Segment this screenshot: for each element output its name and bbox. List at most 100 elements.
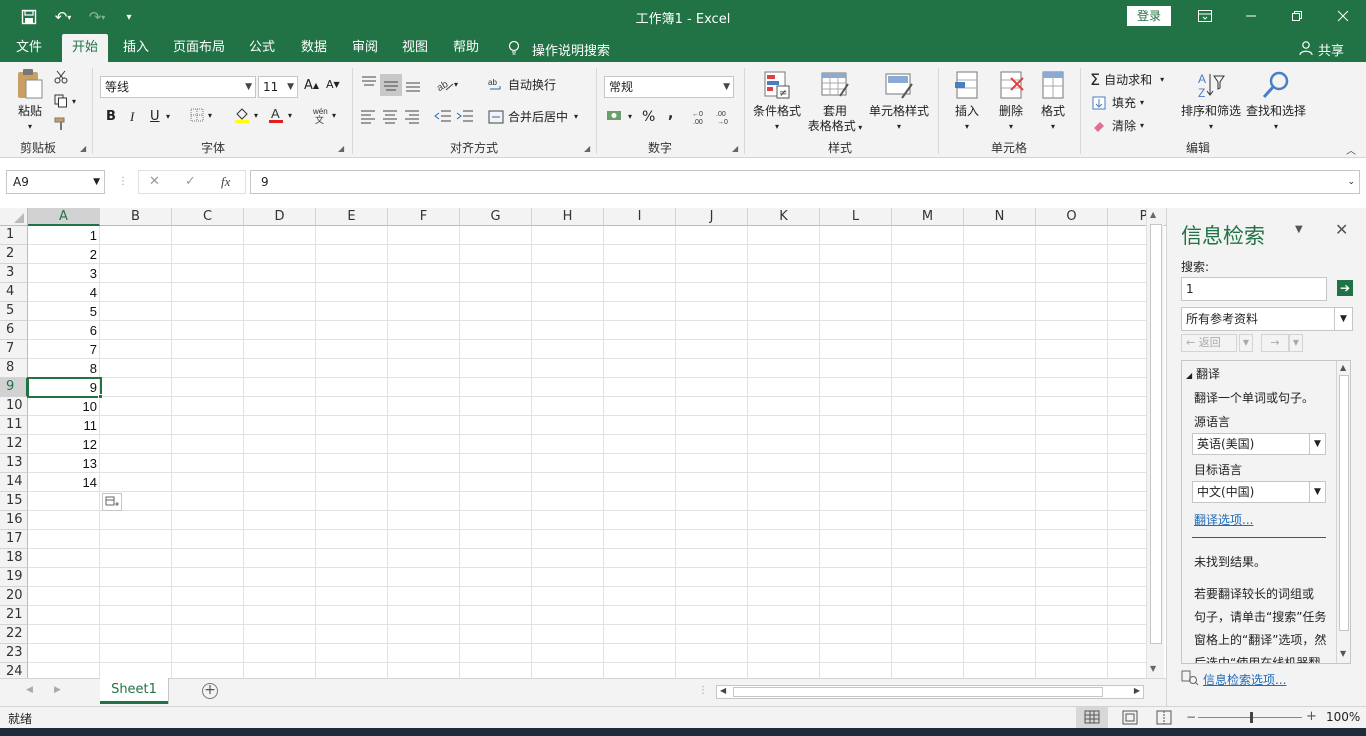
column-header[interactable]: N	[964, 208, 1036, 226]
scroll-down-icon[interactable]: ▼	[1150, 664, 1156, 673]
row-header[interactable]: 15	[0, 492, 28, 511]
font-launcher-icon[interactable]: ◢	[338, 144, 344, 153]
decrease-indent-icon[interactable]	[434, 108, 452, 124]
align-center-icon[interactable]	[382, 108, 398, 124]
tab-formulas[interactable]: 公式	[242, 34, 282, 62]
format-painter-icon[interactable]	[54, 117, 68, 131]
undo-icon[interactable]: ↶ ▾	[50, 7, 76, 27]
font-name-combo[interactable]: 等线 ▼	[100, 76, 256, 98]
merge-center-button[interactable]: 合并后居中 ▾	[488, 108, 578, 125]
search-input[interactable]: 1	[1181, 277, 1327, 301]
align-top-icon[interactable]	[360, 74, 378, 92]
row-header[interactable]: 8	[0, 359, 28, 378]
bold-button[interactable]: B	[106, 109, 116, 124]
row-header[interactable]: 23	[0, 644, 28, 663]
column-header[interactable]: J	[676, 208, 748, 226]
increase-indent-icon[interactable]	[456, 108, 474, 124]
share-button[interactable]: 共享	[1318, 40, 1344, 59]
row-header[interactable]: 7	[0, 340, 28, 359]
login-button[interactable]: 登录	[1127, 6, 1171, 26]
back-button[interactable]: ← 返回	[1181, 334, 1237, 352]
cell-styles-button[interactable]: 单元格样式 ▾	[866, 70, 932, 134]
cell[interactable]: 13	[28, 454, 100, 473]
delete-cells-button[interactable]: 删除 ▾	[988, 70, 1034, 134]
close-icon[interactable]	[1320, 0, 1366, 32]
number-format-combo[interactable]: 常规 ▼	[604, 76, 734, 98]
cell[interactable]: 6	[28, 321, 100, 340]
tab-insert[interactable]: 插入	[116, 34, 156, 62]
tab-home[interactable]: 开始	[62, 34, 108, 62]
row-header[interactable]: 20	[0, 587, 28, 606]
clipboard-launcher-icon[interactable]: ◢	[80, 144, 86, 153]
normal-view-icon[interactable]	[1076, 707, 1108, 728]
row-header[interactable]: 18	[0, 549, 28, 568]
align-right-icon[interactable]	[404, 108, 420, 124]
fill-handle[interactable]	[98, 394, 103, 399]
row-header[interactable]: 1	[0, 226, 28, 245]
name-box[interactable]: A9 ▼	[6, 170, 105, 194]
cell[interactable]: 4	[28, 283, 100, 302]
row-header[interactable]: 22	[0, 625, 28, 644]
row-header[interactable]: 10	[0, 397, 28, 416]
restore-icon[interactable]	[1274, 0, 1320, 32]
scroll-up-icon[interactable]: ▲	[1340, 363, 1346, 372]
scroll-down-icon[interactable]: ▼	[1340, 649, 1346, 658]
research-options-link[interactable]: 信息检索选项...	[1203, 671, 1286, 688]
insert-function-button[interactable]: fx	[221, 174, 230, 190]
auto-fill-options-icon[interactable]	[102, 493, 122, 511]
autosum-button[interactable]: Σ 自动求和 ▾	[1090, 70, 1164, 89]
column-header[interactable]: O	[1036, 208, 1108, 226]
page-break-view-icon[interactable]	[1150, 707, 1178, 728]
column-header[interactable]: D	[244, 208, 316, 226]
cancel-icon[interactable]: ✕	[149, 174, 160, 189]
row-header[interactable]: 16	[0, 511, 28, 530]
font-size-combo[interactable]: 11 ▼	[258, 76, 298, 98]
font-color-icon[interactable]: A ▾	[268, 106, 292, 124]
sheet-tab-sheet1[interactable]: Sheet1	[100, 678, 168, 704]
scroll-left-icon[interactable]: ◀	[720, 686, 726, 695]
scroll-up-icon[interactable]: ▲	[1150, 210, 1156, 219]
add-sheet-icon[interactable]: +	[202, 683, 218, 699]
insert-cells-button[interactable]: 插入 ▾	[944, 70, 990, 134]
column-header[interactable]: I	[604, 208, 676, 226]
formula-input[interactable]: 9 ⌄	[250, 170, 1360, 194]
number-launcher-icon[interactable]: ◢	[732, 144, 738, 153]
row-header[interactable]: 5	[0, 302, 28, 321]
forward-icon[interactable]: →	[1261, 334, 1289, 352]
ribbon-display-icon[interactable]	[1182, 0, 1228, 32]
cell[interactable]: 11	[28, 416, 100, 435]
chevron-down-icon[interactable]: ▼	[1239, 334, 1253, 352]
target-lang-select[interactable]: 中文(中国) ▼	[1192, 481, 1326, 503]
decrease-decimal-icon[interactable]: .00 →0	[716, 108, 734, 126]
collapse-ribbon-icon[interactable]: ︿	[1346, 142, 1356, 157]
sort-filter-button[interactable]: AZ 排序和筛选 ▾	[1180, 70, 1242, 134]
page-layout-view-icon[interactable]	[1116, 707, 1144, 728]
select-all-corner[interactable]	[0, 208, 28, 226]
source-lang-select[interactable]: 英语(美国) ▼	[1192, 433, 1326, 455]
grow-font-button[interactable]: A ▲	[304, 78, 319, 93]
tab-page-layout[interactable]: 页面布局	[168, 34, 230, 62]
column-header[interactable]: G	[460, 208, 532, 226]
horizontal-scrollbar[interactable]: ◀ ▶	[716, 685, 1144, 699]
vertical-scrollbar[interactable]: ▲ ▼	[1146, 208, 1164, 678]
enter-icon[interactable]: ✓	[185, 174, 196, 189]
comma-button[interactable]: ,	[668, 106, 673, 122]
zoom-slider-thumb[interactable]	[1250, 712, 1253, 723]
redo-icon[interactable]: ↷ ▾	[84, 7, 110, 27]
tab-view[interactable]: 视图	[396, 34, 434, 62]
cell[interactable]: 10	[28, 397, 100, 416]
phonetic-icon[interactable]: wén 文 ▾	[312, 106, 336, 124]
row-header[interactable]: 12	[0, 435, 28, 454]
tab-review[interactable]: 审阅	[346, 34, 384, 62]
column-header[interactable]: H	[532, 208, 604, 226]
paste-button[interactable]: 粘贴 ▾	[10, 68, 50, 134]
column-header[interactable]: B	[100, 208, 172, 226]
pane-close-icon[interactable]: ✕	[1335, 220, 1348, 239]
format-as-table-button[interactable]: 套用 表格格式 ▾	[804, 70, 866, 135]
tab-help[interactable]: 帮助	[446, 34, 486, 62]
align-middle-icon[interactable]	[380, 74, 402, 96]
row-header[interactable]: 13	[0, 454, 28, 473]
shrink-font-button[interactable]: A ▼	[326, 78, 340, 91]
scroll-thumb[interactable]	[1339, 375, 1349, 631]
customize-qat-icon[interactable]: ▾	[118, 7, 140, 27]
